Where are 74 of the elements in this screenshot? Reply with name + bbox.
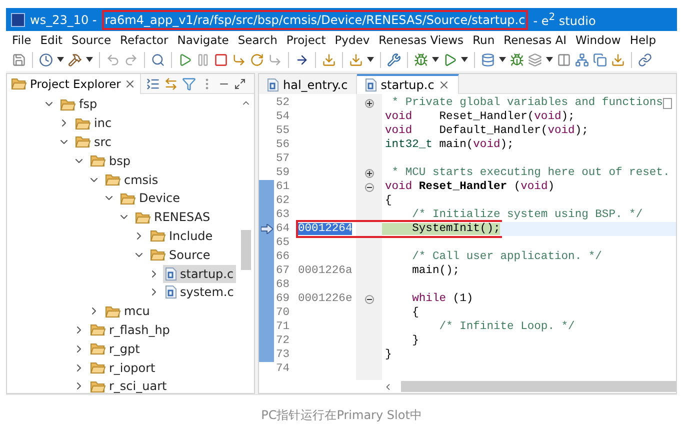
file-path: ra6m4_app_v1/ra/fsp/src/bsp/cmsis/Device/RENESAS/Source/startup.c — [102, 10, 528, 30]
tree-item[interactable]: system.c — [163, 283, 236, 302]
line-number: 74 — [275, 363, 291, 375]
figure-caption: PC指针运行在Primary Slot中 — [261, 407, 422, 424]
line-number: 72 — [275, 335, 291, 347]
tree-item[interactable]: fsp — [58, 95, 100, 114]
instruction-address: 00012264 — [298, 223, 352, 235]
code-line: } — [411, 335, 419, 347]
tree-item[interactable]: bsp — [88, 152, 132, 170]
line-number: 59 — [275, 167, 291, 179]
menu-item[interactable]: Navigate — [177, 32, 229, 46]
tree-item[interactable]: Include — [148, 226, 215, 245]
line-number: 52 — [275, 97, 291, 109]
editor-tab[interactable]: startup.c — [356, 74, 460, 94]
menu-item[interactable]: Search — [238, 32, 278, 46]
menu-item[interactable]: Run — [472, 32, 495, 46]
line-number: 68 — [275, 279, 291, 291]
code-line: } — [384, 349, 392, 361]
menu-item[interactable]: Help — [630, 32, 656, 46]
tree-item[interactable]: RENESAS — [133, 208, 212, 226]
line-number: 65 — [275, 237, 291, 249]
menu-item[interactable]: Project — [286, 32, 326, 46]
line-number: 62 — [275, 195, 291, 207]
app-name: - e$^{2}$ studio — [533, 12, 596, 28]
project-explorer-tab[interactable]: Project Explorer — [7, 74, 141, 94]
line-number: 61 — [275, 181, 291, 193]
instruction-address: 0001226e — [298, 293, 352, 305]
menu-item[interactable]: Pydev — [334, 32, 370, 46]
tree-item[interactable]: r_sci_uart — [88, 377, 169, 396]
line-number: 56 — [275, 139, 291, 151]
code-line: * MCU starts executing here out of reset. — [390, 167, 670, 179]
code-line: void Reset_Handler (void) — [384, 181, 555, 193]
code-line: /* Initialize system using BSP. */ — [411, 209, 643, 221]
tree-item[interactable]: cmsis — [103, 170, 160, 189]
code-line: /* Call user application. */ — [411, 251, 602, 263]
tree-item[interactable]: mcu — [103, 302, 152, 320]
menu-item[interactable]: Renesas Views — [378, 32, 464, 46]
window-title: ws_23_10 - — [30, 12, 97, 26]
line-number: 71 — [275, 321, 291, 333]
line-number: 55 — [275, 125, 291, 137]
menu-item[interactable]: Window — [575, 32, 621, 46]
code-line: * Private global variables and functions — [390, 97, 663, 109]
line-number: 57 — [275, 153, 291, 165]
line-number: 63 — [275, 209, 291, 221]
tree-item[interactable]: Device — [118, 189, 182, 208]
editor-tab[interactable]: hal_entry.c — [259, 74, 357, 94]
line-number: 64 — [275, 223, 291, 235]
menu-item[interactable]: Source — [72, 32, 112, 46]
code-line: { — [411, 307, 419, 319]
line-number: 66 — [275, 251, 291, 263]
line-number: 67 — [275, 265, 291, 277]
code-line: while (1) — [411, 293, 474, 305]
tree-item[interactable]: inc — [73, 114, 114, 132]
code-line: int32_t main(void); — [384, 139, 514, 151]
menu-item[interactable]: Renesas AI — [504, 32, 566, 46]
tree-item[interactable]: r_ioport — [88, 358, 158, 377]
tree-item[interactable]: src — [73, 132, 114, 151]
tree-item[interactable]: r_flash_hp — [88, 320, 172, 339]
instruction-address: 0001226a — [298, 265, 352, 277]
menu-item[interactable]: File — [12, 32, 32, 46]
line-number: 73 — [275, 349, 291, 361]
menu-item[interactable]: Refactor — [120, 32, 168, 46]
line-number: 54 — [275, 111, 291, 123]
code-line: { — [384, 195, 392, 207]
tree-item[interactable]: Source — [148, 246, 212, 264]
code-line: /* Infinite Loop. */ — [438, 321, 575, 333]
line-number: 70 — [275, 307, 291, 319]
code-line: void Reset_Handler(void); — [384, 111, 575, 123]
tree-item[interactable]: r_gpt — [88, 340, 142, 358]
menu-item[interactable]: Edit — [40, 32, 63, 46]
code-line: void Default_Handler(void); — [384, 125, 588, 137]
tree-item[interactable]: startup.c — [163, 264, 236, 283]
line-number: 69 — [275, 293, 291, 305]
code-line: main(); — [411, 265, 460, 277]
